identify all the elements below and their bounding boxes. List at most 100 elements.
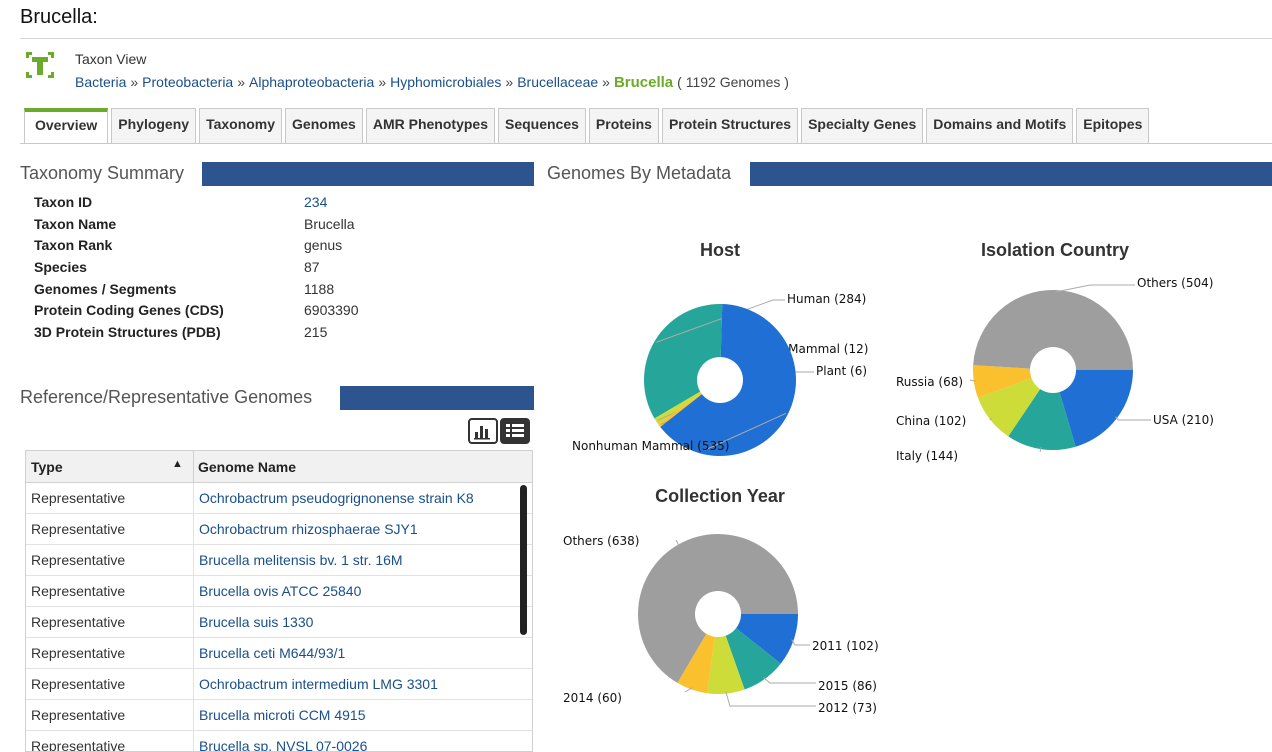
column-divider xyxy=(193,669,194,700)
genome-name-link[interactable]: Ochrobactrum intermedium LMG 3301 xyxy=(199,676,438,692)
breadcrumb-separator: » xyxy=(378,74,387,90)
chart-view-button[interactable] xyxy=(468,418,498,444)
pie-slice[interactable] xyxy=(977,370,1053,437)
column-divider xyxy=(193,731,194,751)
summary-row: Species 87 xyxy=(34,257,434,279)
taxonomy-summary-table: Taxon ID 234 Taxon Name Brucella Taxon Ran… xyxy=(34,192,434,344)
column-divider xyxy=(193,576,194,607)
donut-hole xyxy=(697,357,743,403)
breadcrumb-link-hyphomicrobiales[interactable]: Hyphomicrobiales xyxy=(390,74,501,90)
table-row[interactable]: Representative Brucella ovis ATCC 25840 xyxy=(26,576,532,607)
pie-leader-line xyxy=(1039,446,1042,453)
summary-key: Species xyxy=(34,259,87,276)
table-row[interactable]: Representative Brucella ceti M644/93/1 xyxy=(26,638,532,669)
pie-slice[interactable] xyxy=(643,304,723,419)
tab-proteins[interactable]: Proteins xyxy=(588,108,659,144)
pie-slice[interactable] xyxy=(658,380,720,427)
summary-value: Brucella xyxy=(304,215,355,232)
pie-slice-label: Human (284) xyxy=(787,292,866,306)
view-label: Taxon View xyxy=(75,51,147,67)
pie-slice-label: Others (504) xyxy=(1137,276,1213,290)
donut-hole xyxy=(1030,347,1076,393)
pie-slice[interactable] xyxy=(973,289,1133,370)
table-row[interactable]: Representative Ochrobactrum intermedium L… xyxy=(26,669,532,700)
column-divider xyxy=(193,545,194,576)
column-header-genome-name[interactable]: Genome Name xyxy=(198,459,296,475)
sort-ascending-icon[interactable]: ▲ xyxy=(172,458,183,470)
column-header-type[interactable]: Type xyxy=(31,459,63,475)
tab-domains-and-motifs[interactable]: Domains and Motifs xyxy=(926,108,1074,144)
table-row[interactable]: Representative Brucella sp. NVSL 07-0026 xyxy=(26,731,532,751)
tab-genomes[interactable]: Genomes xyxy=(285,108,363,144)
pie-slice[interactable] xyxy=(1008,370,1076,450)
tab-specialty-genes[interactable]: Specialty Genes xyxy=(801,108,924,144)
genome-name-link[interactable]: Brucella sp. NVSL 07-0026 xyxy=(199,738,367,751)
genome-name-link[interactable]: Brucella ceti M644/93/1 xyxy=(199,645,345,661)
column-divider xyxy=(193,451,194,483)
genomes-by-metadata-title: Genomes By Metadata xyxy=(547,163,738,184)
breadcrumb-link-brucellaceae[interactable]: Brucellaceae xyxy=(517,74,598,90)
genome-name-link[interactable]: Brucella melitensis bv. 1 str. 16M xyxy=(199,552,403,568)
genome-type: Representative xyxy=(31,583,126,599)
breadcrumb-link-alphaproteobacteria[interactable]: Alphaproteobacteria xyxy=(249,74,374,90)
table-row[interactable]: Representative Brucella suis 1330 xyxy=(26,607,532,638)
summary-row: Taxon Name Brucella xyxy=(34,214,434,236)
genome-type: Representative xyxy=(31,521,126,537)
pie-slice-label: USA (210) xyxy=(1153,413,1214,427)
section-title-bar xyxy=(750,162,1272,186)
pie-slice[interactable] xyxy=(973,365,1053,398)
table-row[interactable]: Representative Brucella microti CCM 4915 xyxy=(26,700,532,731)
pie-slice[interactable] xyxy=(706,614,745,694)
genome-name-link[interactable]: Ochrobactrum pseudogrignonense strain K8 xyxy=(199,490,474,506)
summary-row: Taxon ID 234 xyxy=(34,192,434,214)
table-row[interactable]: Representative Ochrobactrum rhizosphaerae… xyxy=(26,514,532,545)
tab-phylogeny[interactable]: Phylogeny xyxy=(111,108,197,144)
summary-value: genus xyxy=(304,237,343,254)
pie-slice[interactable] xyxy=(660,304,797,457)
pie-leader-line xyxy=(675,539,680,547)
breadcrumb-current: Brucella xyxy=(613,74,674,91)
pie-slice[interactable] xyxy=(718,614,781,690)
breadcrumb-separator: » xyxy=(602,74,610,90)
genome-name-link[interactable]: Brucella microti CCM 4915 xyxy=(199,707,366,723)
pie-slice[interactable] xyxy=(677,614,718,694)
breadcrumb-link-proteobacteria[interactable]: Proteobacteria xyxy=(142,74,233,90)
summary-value: 87 xyxy=(304,259,320,276)
column-divider xyxy=(193,638,194,669)
pie-leader-line xyxy=(1055,284,1135,293)
grid-scrollbar[interactable] xyxy=(520,485,527,635)
summary-value: 215 xyxy=(304,324,328,341)
collection-year-chart-title: Collection Year xyxy=(655,486,785,506)
tab-amr-phenotypes[interactable]: AMR Phenotypes xyxy=(365,108,495,144)
genome-name-link[interactable]: Ochrobactrum rhizosphaerae SJY1 xyxy=(199,521,418,537)
pie-slice[interactable] xyxy=(638,534,798,683)
genome-name-link[interactable]: Brucella suis 1330 xyxy=(199,614,313,630)
tab-taxonomy[interactable]: Taxonomy xyxy=(199,108,283,144)
pie-slice-label: Nonhuman Mammal (535) xyxy=(572,439,729,453)
pie-slice[interactable] xyxy=(718,614,798,664)
bar-chart-icon xyxy=(474,426,490,440)
table-row[interactable]: Representative Ochrobactrum pseudogrignon… xyxy=(26,483,532,514)
summary-row: Protein Coding Genes (CDS) 6903390 xyxy=(34,300,434,322)
breadcrumb-link-bacteria[interactable]: Bacteria xyxy=(75,74,126,90)
pie-leader-line xyxy=(969,379,976,382)
genome-type: Representative xyxy=(31,707,126,723)
pie-chart-2: 2011 (102) 2015 (86) 2012 (73) 2014 (60) Oth… xyxy=(563,534,879,715)
tab-sequences[interactable]: Sequences xyxy=(497,108,586,144)
tab-protein-structures[interactable]: Protein Structures xyxy=(661,108,799,144)
pie-slice-label: Italy (144) xyxy=(896,449,958,463)
genome-name-link[interactable]: Brucella ovis ATCC 25840 xyxy=(199,583,361,599)
summary-key: Genomes / Segments xyxy=(34,280,177,297)
tab-epitopes[interactable]: Epitopes xyxy=(1076,108,1150,144)
summary-value: 6903390 xyxy=(304,302,359,319)
pie-slice[interactable] xyxy=(1053,370,1133,447)
genome-type: Representative xyxy=(31,676,126,692)
list-view-button[interactable] xyxy=(500,418,530,444)
pie-slice[interactable] xyxy=(654,380,720,425)
taxon-id-link[interactable]: 234 xyxy=(304,192,327,214)
list-icon xyxy=(506,424,524,437)
donut-hole xyxy=(695,591,741,637)
tab-overview[interactable]: Overview xyxy=(24,108,109,144)
summary-key: 3D Protein Structures (PDB) xyxy=(34,324,221,341)
table-row[interactable]: Representative Brucella melitensis bv. 1 … xyxy=(26,545,532,576)
